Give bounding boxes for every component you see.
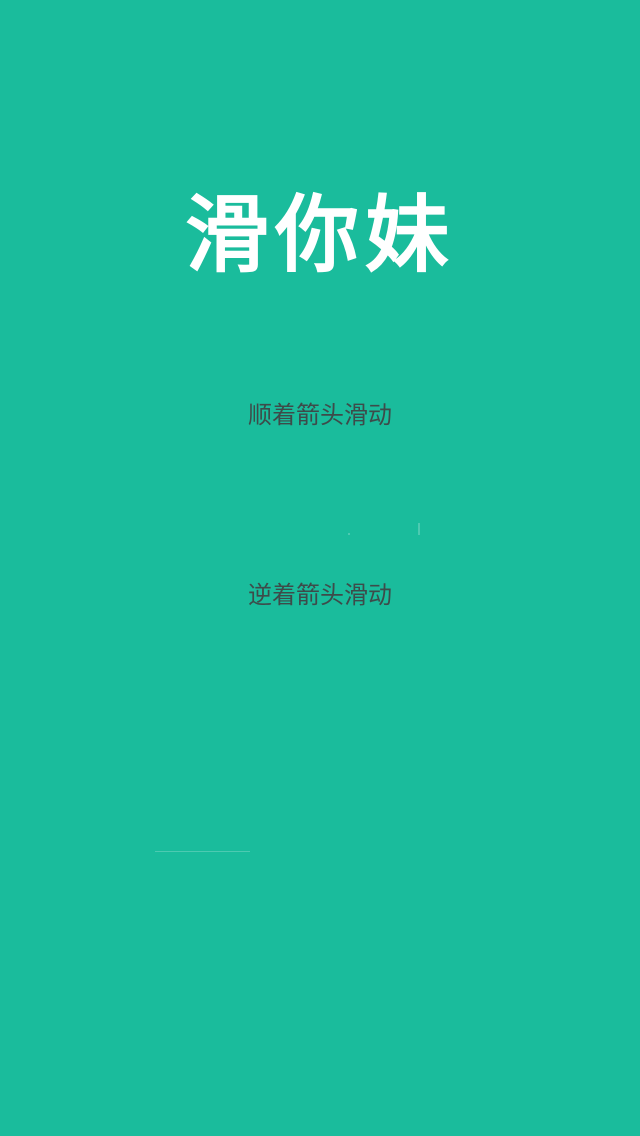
faint-dot-marker	[348, 533, 350, 535]
faint-divider-line	[155, 851, 250, 852]
follow-arrow-instruction: 顺着箭头滑动	[248, 401, 392, 429]
game-menu-screen: 滑你妹 顺着箭头滑动 逆着箭头滑动	[0, 0, 640, 1136]
app-title: 滑你妹	[184, 186, 455, 284]
faint-line-marker	[418, 523, 420, 535]
against-arrow-instruction: 逆着箭头滑动	[248, 581, 392, 609]
